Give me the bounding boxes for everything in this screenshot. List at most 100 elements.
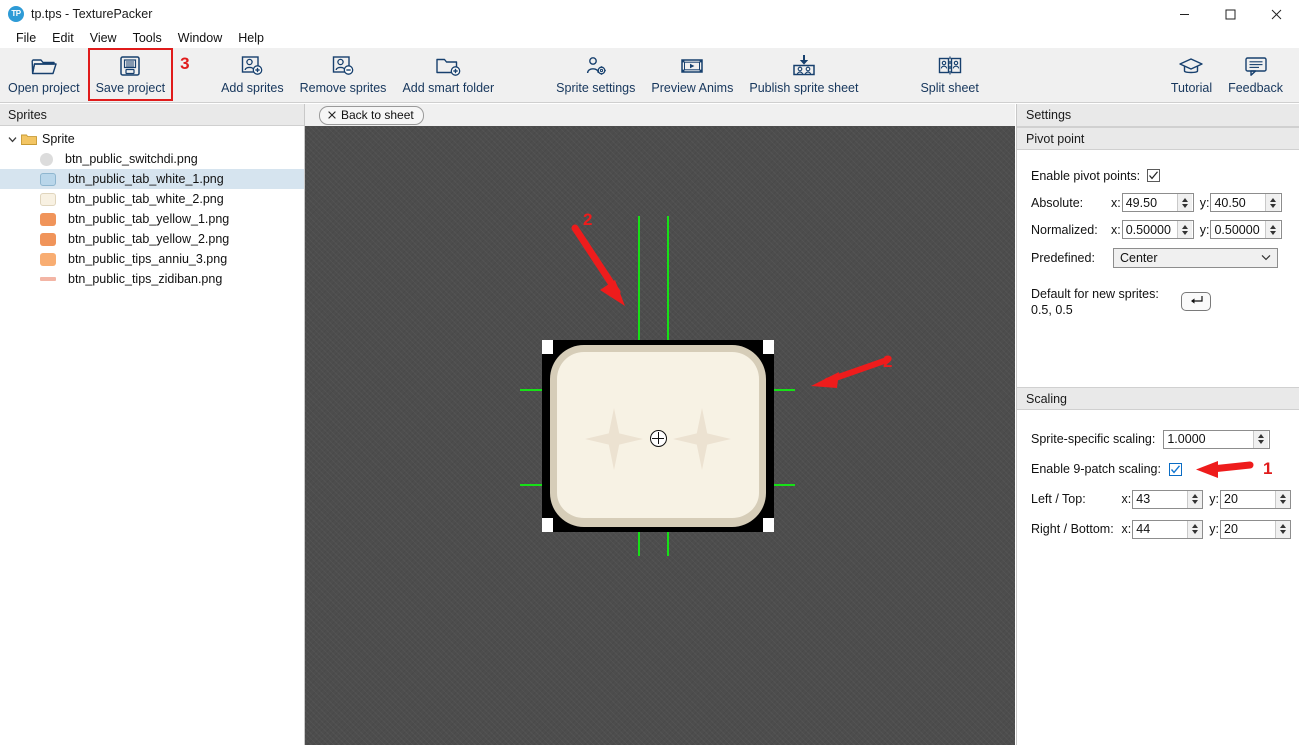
pivot-predefined-row: Predefined: Center: [1031, 243, 1291, 273]
close-button[interactable]: [1253, 0, 1299, 28]
folder-plus-icon: [435, 52, 461, 80]
split-sheet-button[interactable]: Split sheet: [912, 48, 986, 101]
sprite-thumb-icon: [40, 252, 56, 266]
main-toolbar: Open project Save project 3 Add sprites …: [0, 48, 1299, 103]
enable-pivot-points-label: Enable pivot points:: [1031, 168, 1141, 183]
left-top-y-label: y:: [1209, 492, 1219, 506]
stepper-arrows-icon[interactable]: [1275, 490, 1290, 508]
right-bottom-x-input[interactable]: [1133, 520, 1188, 538]
menu-help[interactable]: Help: [230, 29, 272, 47]
list-item[interactable]: btn_public_tips_anniu_3.png: [0, 249, 304, 269]
pivot-absolute-y-stepper[interactable]: [1210, 193, 1283, 212]
left-top-x-stepper[interactable]: [1132, 489, 1204, 509]
menu-file[interactable]: File: [8, 29, 44, 47]
feedback-button[interactable]: Feedback: [1220, 48, 1291, 101]
menu-tools[interactable]: Tools: [125, 29, 170, 47]
person-minus-icon: [331, 52, 355, 80]
open-project-button[interactable]: Open project: [0, 48, 88, 101]
sprite-name: btn_public_tab_yellow_1.png: [68, 212, 230, 226]
right-bottom-label: Right / Bottom:: [1031, 522, 1114, 536]
stepper-arrows-icon[interactable]: [1265, 221, 1281, 238]
left-top-x-input[interactable]: [1133, 490, 1188, 508]
tutorial-button[interactable]: Tutorial: [1163, 48, 1220, 101]
remove-sprites-button[interactable]: Remove sprites: [292, 48, 395, 101]
window-controls: [1161, 0, 1299, 28]
right-bottom-x-stepper[interactable]: [1132, 519, 1204, 539]
pivot-normalized-label: Normalized:: [1031, 222, 1098, 237]
stepper-arrows-icon[interactable]: [1187, 520, 1203, 538]
download-sheet-icon: [791, 52, 817, 80]
pivot-absolute-x-input[interactable]: [1122, 194, 1177, 211]
open-project-label: Open project: [8, 81, 80, 95]
sprite-name: btn_public_tab_white_2.png: [68, 192, 224, 206]
save-project-button[interactable]: Save project 3: [87, 48, 190, 101]
chevron-down-icon[interactable]: [1261, 253, 1271, 263]
sprite-specific-scaling-row: Sprite-specific scaling:: [1031, 424, 1291, 454]
pivot-absolute-y-input[interactable]: [1211, 194, 1266, 211]
tp-logo-icon: TP: [8, 6, 24, 22]
chevron-down-icon[interactable]: [4, 135, 20, 144]
sprite-star-left: [585, 408, 643, 470]
pivot-normalized-x-input[interactable]: [1122, 221, 1177, 238]
pivot-normalized-y-input[interactable]: [1211, 221, 1266, 238]
enter-arrow-icon: [1188, 295, 1204, 308]
stepper-arrows-icon[interactable]: [1176, 221, 1192, 238]
sprites-tree: Sprite btn_public_switchdi.png btn_publi…: [0, 126, 304, 289]
back-to-sheet-button[interactable]: Back to sheet: [319, 105, 424, 125]
menu-window[interactable]: Window: [170, 29, 230, 47]
list-item[interactable]: btn_public_tips_zidiban.png: [0, 269, 304, 289]
menu-view[interactable]: View: [82, 29, 125, 47]
pivot-normalized-y-stepper[interactable]: [1210, 220, 1283, 239]
left-top-y-stepper[interactable]: [1220, 489, 1291, 509]
minimize-button[interactable]: [1161, 0, 1207, 28]
right-bottom-y-input[interactable]: [1221, 520, 1275, 538]
pivot-predefined-select[interactable]: Center: [1113, 248, 1278, 268]
sprite-specific-scaling-stepper[interactable]: [1163, 429, 1271, 449]
right-bottom-y-stepper[interactable]: [1220, 519, 1291, 539]
left-top-y-input[interactable]: [1221, 490, 1275, 508]
sprite-thumb-icon: [40, 192, 56, 206]
maximize-button[interactable]: [1207, 0, 1253, 28]
split-sheet-label: Split sheet: [920, 81, 979, 95]
open-folder-icon: [31, 52, 57, 80]
sprite-thumb-icon: [40, 212, 56, 226]
stepper-arrows-icon[interactable]: [1265, 194, 1281, 211]
pivot-point-marker[interactable]: [650, 430, 667, 447]
left-top-row: Left / Top: x: y:: [1031, 484, 1291, 514]
film-play-icon: [679, 52, 705, 80]
tree-root-sprite[interactable]: Sprite: [0, 129, 304, 149]
texturepacker-window: TP tp.tps - TexturePacker File Edit View…: [0, 0, 1299, 745]
publish-sprite-sheet-button[interactable]: Publish sprite sheet: [741, 48, 866, 101]
sprites-panel: Sprites Sprite btn_public_switchdi.png b…: [0, 104, 305, 745]
sprite-corner-tr: [763, 340, 774, 354]
stepper-arrows-icon[interactable]: [1187, 490, 1203, 508]
pivot-absolute-row: Absolute: x: y:: [1031, 189, 1291, 216]
sprite-preview-canvas[interactable]: 2 2: [305, 126, 1015, 745]
sprite-name: btn_public_tips_zidiban.png: [68, 272, 223, 286]
default-for-new-sprites-label: Default for new sprites:: [1031, 287, 1159, 301]
preview-anims-button[interactable]: Preview Anims: [643, 48, 741, 101]
add-smart-folder-button[interactable]: Add smart folder: [394, 48, 502, 101]
add-sprites-button[interactable]: Add sprites: [213, 48, 292, 101]
preview-anims-label: Preview Anims: [651, 81, 734, 95]
person-plus-icon: [240, 52, 264, 80]
annotation-arrow-top: [565, 206, 645, 329]
reset-default-pivot-button[interactable]: [1180, 292, 1211, 311]
list-item[interactable]: btn_public_tab_white_2.png: [0, 189, 304, 209]
stepper-arrows-icon[interactable]: [1253, 430, 1269, 448]
list-item[interactable]: btn_public_switchdi.png: [0, 149, 304, 169]
pivot-normalized-x-stepper[interactable]: [1121, 220, 1194, 239]
list-item[interactable]: btn_public_tab_yellow_2.png: [0, 229, 304, 249]
stepper-arrows-icon[interactable]: [1176, 194, 1192, 211]
list-item[interactable]: btn_public_tab_yellow_1.png: [0, 209, 304, 229]
sprite-star-right: [673, 408, 731, 470]
list-item[interactable]: btn_public_tab_white_1.png: [0, 169, 304, 189]
menu-edit[interactable]: Edit: [44, 29, 82, 47]
enable-9patch-scaling-checkbox[interactable]: [1168, 462, 1182, 476]
sprite-settings-button[interactable]: Sprite settings: [548, 48, 643, 101]
pivot-absolute-x-stepper[interactable]: [1121, 193, 1194, 212]
enable-pivot-points-checkbox[interactable]: [1147, 169, 1161, 182]
stepper-arrows-icon[interactable]: [1275, 520, 1290, 538]
pivot-absolute-x-label: x:: [1111, 195, 1121, 210]
sprite-specific-scaling-input[interactable]: [1164, 430, 1254, 448]
